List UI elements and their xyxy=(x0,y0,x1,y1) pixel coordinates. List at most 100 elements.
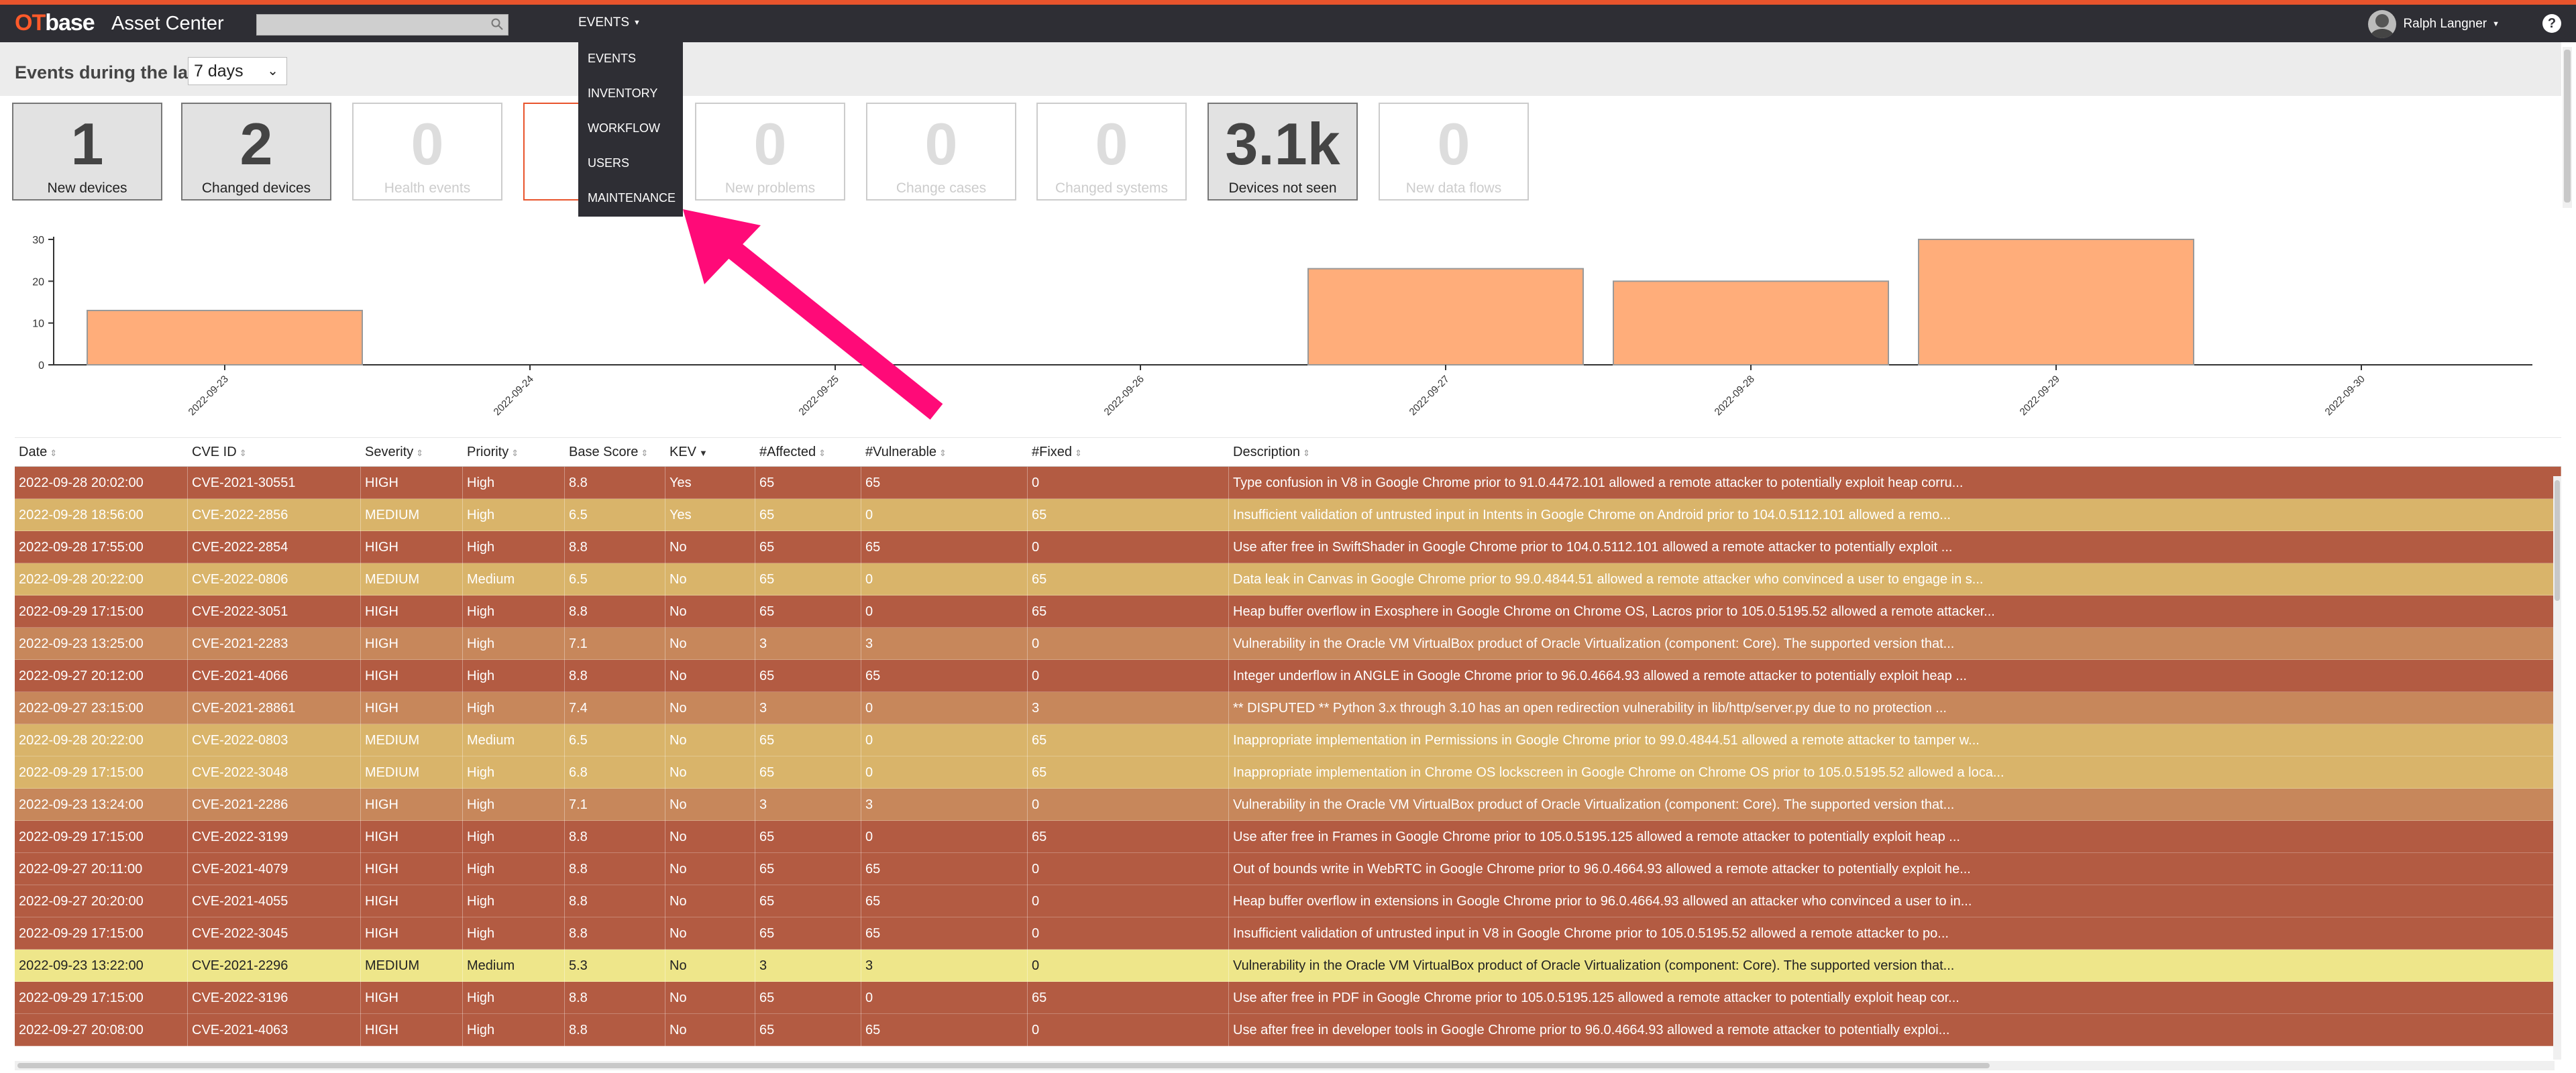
table-cell: High xyxy=(463,691,565,724)
table-vertical-scrollbar[interactable] xyxy=(2553,476,2561,1060)
table-row[interactable]: 2022-09-23 13:24:00 CVE-2021-2286 HIGH High… xyxy=(15,788,2561,821)
table-row[interactable]: 2022-09-27 20:08:00 CVE-2021-4063 HIGH High… xyxy=(15,1013,2561,1046)
table-cell: 65 xyxy=(755,885,861,917)
page-scrollbar[interactable] xyxy=(2563,47,2572,208)
tile-changed-systems[interactable]: 0 Changed systems xyxy=(1036,103,1187,201)
tile-health-events[interactable]: 0 Health events xyxy=(352,103,502,201)
tile-devices-not-seen[interactable]: 3.1k Devices not seen xyxy=(1208,103,1358,201)
table-row[interactable]: 2022-09-28 20:22:00 CVE-2022-0806 MEDIUM Me… xyxy=(15,563,2561,596)
tile-changed-devices[interactable]: 2 Changed devices xyxy=(181,103,331,201)
table-row[interactable]: 2022-09-29 17:15:00 CVE-2022-3199 HIGH High… xyxy=(15,820,2561,853)
table-row[interactable]: 2022-09-28 20:22:00 CVE-2022-0803 MEDIUM Me… xyxy=(15,724,2561,756)
column-header-kev[interactable]: KEV ▼ xyxy=(665,445,755,460)
table-cell: High xyxy=(463,1013,565,1046)
table-cell: HIGH xyxy=(361,885,463,917)
table-cell: Yes xyxy=(665,498,755,531)
table-cell: No xyxy=(665,724,755,756)
column-header-priority[interactable]: Priority ⇕ xyxy=(463,445,565,460)
column-header--affected[interactable]: #Affected ⇕ xyxy=(755,445,861,460)
page-scrollbar-thumb[interactable] xyxy=(2564,50,2571,203)
table-row[interactable]: 2022-09-28 18:56:00 CVE-2022-2856 MEDIUM Hi… xyxy=(15,498,2561,531)
table-row[interactable]: 2022-09-27 20:20:00 CVE-2021-4055 HIGH High… xyxy=(15,885,2561,917)
column-header-label: Date xyxy=(19,444,48,459)
table-cell: High xyxy=(463,595,565,628)
table-row[interactable]: 2022-09-29 17:15:00 CVE-2022-3051 HIGH High… xyxy=(15,595,2561,628)
table-cell: 65 xyxy=(861,852,1028,885)
table-row[interactable]: 2022-09-27 20:11:00 CVE-2021-4079 HIGH High… xyxy=(15,852,2561,885)
user-menu[interactable]: Ralph Langner ▼ xyxy=(2368,10,2500,38)
table-row[interactable]: 2022-09-29 17:15:00 CVE-2022-3048 MEDIUM Hi… xyxy=(15,756,2561,789)
table-row[interactable]: 2022-09-27 20:12:00 CVE-2021-4066 HIGH High… xyxy=(15,659,2561,692)
dropdown-item-users[interactable]: USERS xyxy=(578,147,683,182)
table-row[interactable]: 2022-09-23 13:25:00 CVE-2021-2283 HIGH High… xyxy=(15,627,2561,660)
period-select[interactable]: 7 days ⌄ xyxy=(188,57,287,85)
chevron-down-icon: ⌄ xyxy=(267,64,278,78)
table-cell: 65 xyxy=(861,885,1028,917)
sort-icon: ⇕ xyxy=(416,447,424,458)
sort-icon: ⇕ xyxy=(50,447,58,458)
table-cell: CVE-2022-3045 xyxy=(188,917,361,950)
tile-count: 1 xyxy=(70,111,104,177)
table-cell: High xyxy=(463,466,565,499)
column-header-label: Severity xyxy=(365,444,414,459)
column-header-severity[interactable]: Severity ⇕ xyxy=(361,445,463,460)
sort-desc-icon: ▼ xyxy=(699,447,708,458)
table-cell: CVE-2021-4079 xyxy=(188,852,361,885)
table-row[interactable]: 2022-09-29 17:15:00 CVE-2022-3045 HIGH High… xyxy=(15,917,2561,950)
chart-x-tick-label: 2022-09-26 xyxy=(1102,374,1146,418)
table-cell: 8.8 xyxy=(565,595,665,628)
table-header: Date ⇕ CVE ID ⇕ Severity ⇕ Priority ⇕ Base Score… xyxy=(15,437,2561,467)
table-cell: MEDIUM xyxy=(361,949,463,982)
table-row[interactable]: 2022-09-29 17:15:00 CVE-2022-3196 HIGH High… xyxy=(15,981,2561,1014)
tile-new-devices[interactable]: 1 New devices xyxy=(12,103,162,201)
chart-x-tick-label: 2022-09-28 xyxy=(1713,374,1757,418)
dropdown-item-inventory[interactable]: INVENTORY xyxy=(578,77,683,112)
column-header--vulnerable[interactable]: #Vulnerable ⇕ xyxy=(861,445,1028,460)
table-row[interactable]: 2022-09-23 13:22:00 CVE-2021-2296 MEDIUM Me… xyxy=(15,949,2561,982)
table-cell: High xyxy=(463,659,565,692)
table-cell: 2022-09-28 18:56:00 xyxy=(15,498,188,531)
otbase-logo[interactable]: OTbase xyxy=(15,10,95,36)
table-cell: Vulnerability in the Oracle VM VirtualBo… xyxy=(1229,788,2561,821)
table-cell: 0 xyxy=(1028,659,1229,692)
column-header-label: KEV xyxy=(669,444,697,459)
table-cell: Medium xyxy=(463,563,565,596)
table-cell: No xyxy=(665,595,755,628)
table-horizontal-scrollbar[interactable] xyxy=(15,1061,2555,1070)
events-menu[interactable]: EVENTS ▼ xyxy=(578,15,641,30)
dropdown-item-workflow[interactable]: WORKFLOW xyxy=(578,112,683,147)
dropdown-item-maintenance[interactable]: MAINTENANCE xyxy=(578,182,683,217)
table-cell: 3 xyxy=(861,627,1028,660)
table-cell: 65 xyxy=(755,595,861,628)
table-cell: 65 xyxy=(861,466,1028,499)
column-header-label: Base Score xyxy=(569,444,639,459)
table-cell: High xyxy=(463,530,565,563)
column-header-cve-id[interactable]: CVE ID ⇕ xyxy=(188,445,361,460)
table-row[interactable]: 2022-09-28 17:55:00 CVE-2022-2854 HIGH High… xyxy=(15,530,2561,563)
chart-y-tick-label: 30 xyxy=(32,235,44,246)
table-row[interactable]: 2022-09-27 23:15:00 CVE-2021-28861 HIGH Hig… xyxy=(15,691,2561,724)
help-icon[interactable]: ? xyxy=(2542,14,2561,33)
column-header-description[interactable]: Description ⇕ xyxy=(1229,445,2561,460)
table-cell: CVE-2022-3199 xyxy=(188,820,361,853)
table-cell: 65 xyxy=(1028,820,1229,853)
tile-new-problems[interactable]: 0 New problems xyxy=(695,103,845,201)
column-header-base-score[interactable]: Base Score ⇕ xyxy=(565,445,665,460)
column-header--fixed[interactable]: #Fixed ⇕ xyxy=(1028,445,1229,460)
table-cell: 65 xyxy=(1028,498,1229,531)
sort-icon: ⇕ xyxy=(239,447,247,458)
table-vertical-scrollbar-thumb[interactable] xyxy=(2555,480,2560,601)
dropdown-item-events[interactable]: EVENTS xyxy=(578,42,683,77)
table-cell: 65 xyxy=(861,659,1028,692)
table-cell: Insufficient validation of untrusted inp… xyxy=(1229,917,2561,950)
tile-new-data-flows[interactable]: 0 New data flows xyxy=(1379,103,1529,201)
table-cell: HIGH xyxy=(361,530,463,563)
table-horizontal-scrollbar-thumb[interactable] xyxy=(17,1063,1990,1068)
table-cell: CVE-2022-2856 xyxy=(188,498,361,531)
column-header-date[interactable]: Date ⇕ xyxy=(15,445,188,460)
table-cell: 3 xyxy=(861,788,1028,821)
tile-change-cases[interactable]: 0 Change cases xyxy=(866,103,1016,201)
table-cell: 0 xyxy=(1028,949,1229,982)
table-row[interactable]: 2022-09-28 20:02:00 CVE-2021-30551 HIGH Hig… xyxy=(15,466,2561,499)
search-input[interactable] xyxy=(256,14,508,36)
